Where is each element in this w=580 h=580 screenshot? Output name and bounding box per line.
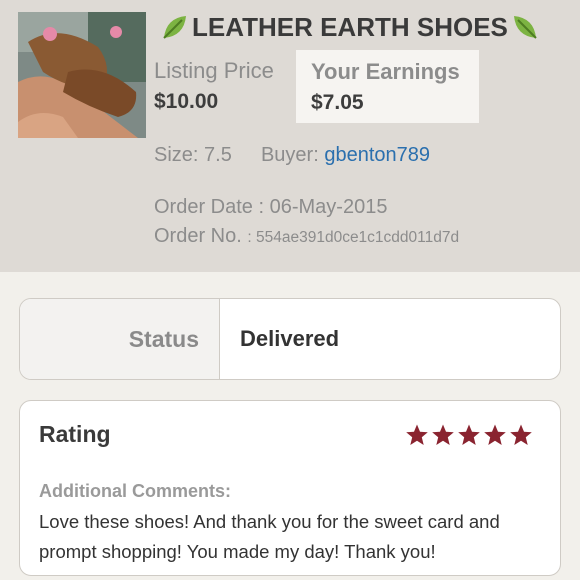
listing-price-value: $10.00 [154,90,219,113]
order-no-label: Order No. [154,225,242,247]
size-value: 7.5 [204,144,232,166]
listing-price-block: Listing Price $10.00 [154,58,274,114]
comments-text: Love these shoes! And thank you for the … [39,511,500,562]
listing-price-label: Listing Price [154,58,274,83]
order-no-row: Order No. : 554ae391d0ce1c1cdd011d7d [154,225,459,248]
order-no-value: : 554ae391d0ce1c1cdd011d7d [247,229,460,246]
size-buyer-row: Size: 7.5 Buyer: gbenton789 [154,144,430,167]
star-icon [458,424,480,445]
leaf-icon [513,16,537,39]
order-date-value: 06-May-2015 [269,196,388,218]
status-value: Delivered [240,326,340,351]
item-title[interactable]: LEATHER EARTH SHOES [192,12,508,43]
star-icon [484,424,506,445]
status-label: Status [20,299,220,379]
earnings-block: Your Earnings $7.05 [296,50,479,123]
star-icon [432,424,454,445]
order-date-label: Order Date : [154,196,265,218]
star-icon [510,424,532,445]
status-card: Status Delivered [19,298,561,380]
earnings-value: $7.05 [311,91,364,114]
rating-card: Rating Additional Comments: Love these s… [19,400,561,576]
product-thumbnail[interactable] [18,12,146,138]
earnings-label: Your Earnings [311,59,460,84]
buyer-label: Buyer: [260,144,319,166]
size-label: Size: [154,144,199,166]
star-icon [406,424,428,445]
order-date-row: Order Date : 06-May-2015 [154,196,387,219]
rating-label: Rating [39,421,111,447]
order-header: LEATHER EARTH SHOES Listing Price $10.00… [0,0,580,272]
leaf-icon [163,16,186,39]
item-title-row: LEATHER EARTH SHOES [158,10,542,44]
buyer-link[interactable]: gbenton789 [324,144,430,166]
comments-label: Additional Comments: [39,481,231,501]
rating-stars [405,423,533,447]
